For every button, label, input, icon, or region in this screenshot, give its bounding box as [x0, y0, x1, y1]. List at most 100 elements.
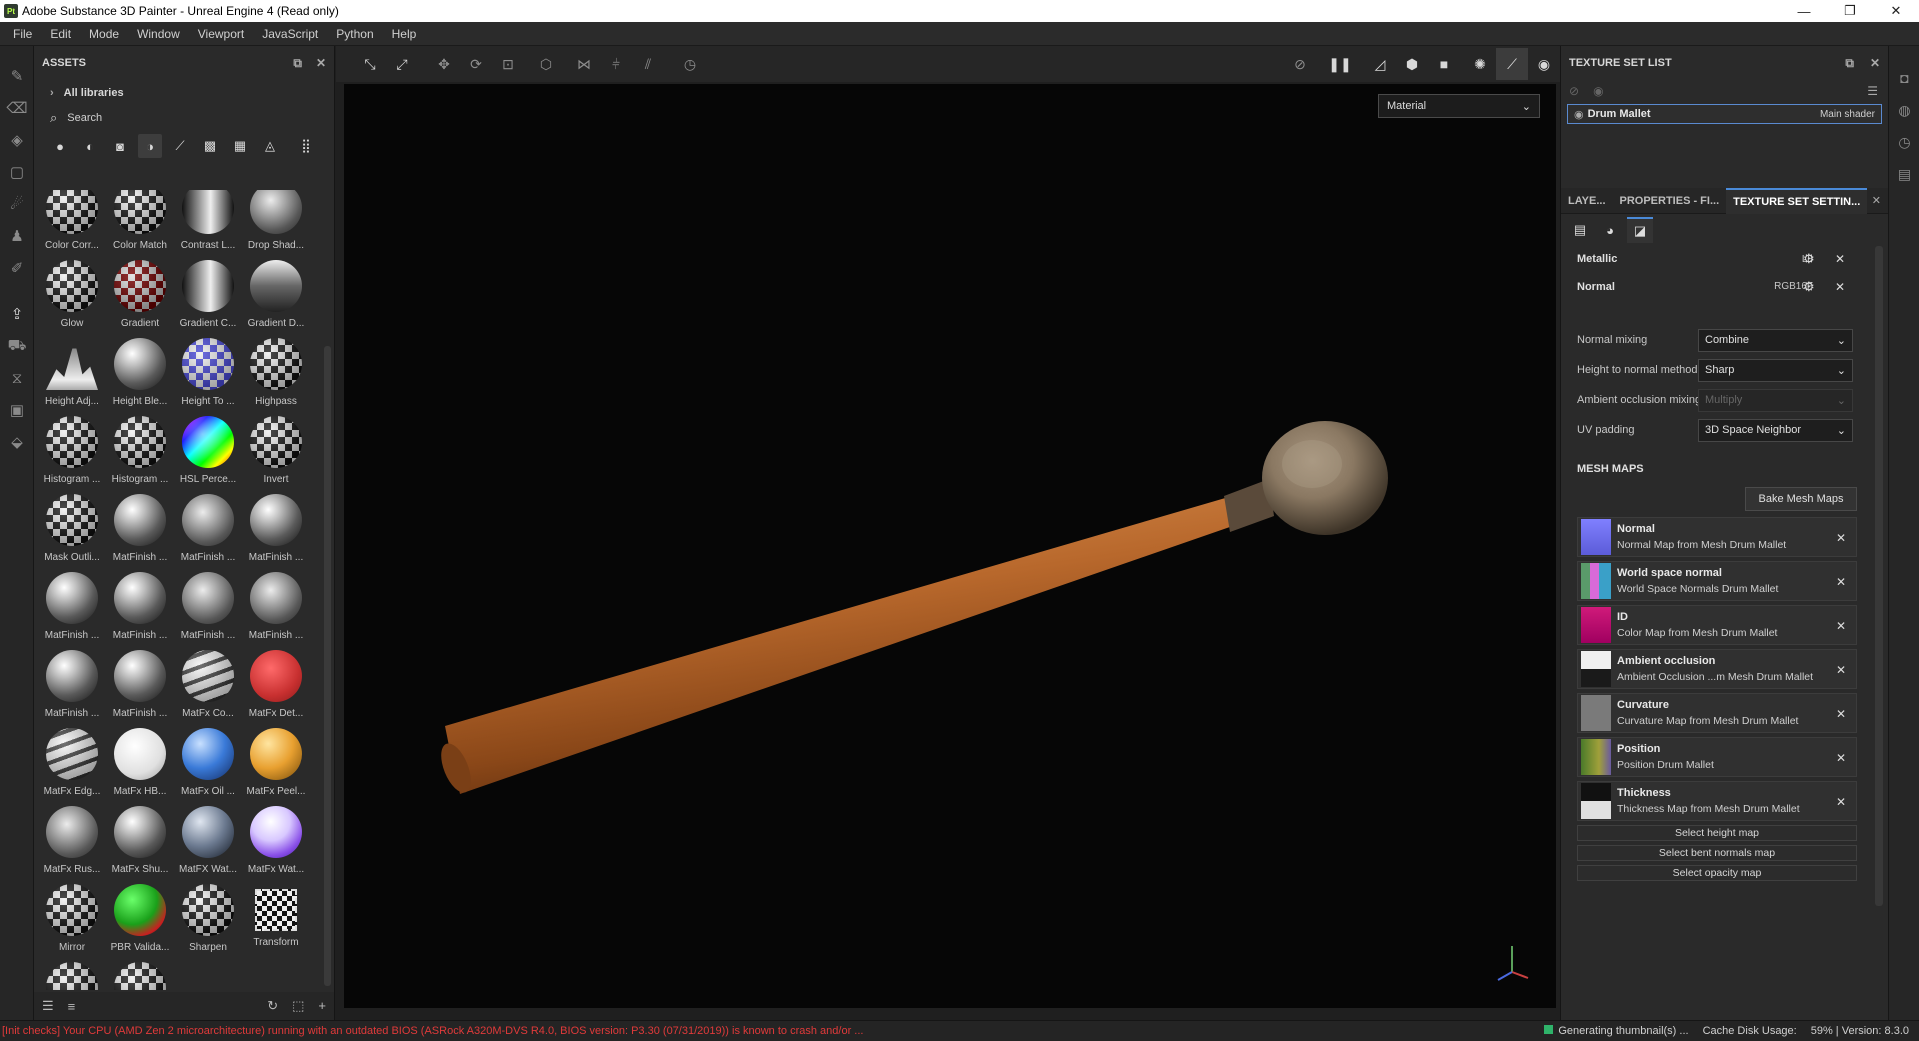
- smart-materials-filter-icon[interactable]: ◐: [78, 134, 102, 158]
- asset-tile[interactable]: Histogram ...: [38, 412, 106, 490]
- geometry-mask-icon[interactable]: ▢: [0, 156, 34, 188]
- asset-tile[interactable]: Gradient C...: [174, 256, 242, 334]
- menu-icon[interactable]: ☰: [1867, 84, 1878, 98]
- log-icon[interactable]: ▤: [1889, 158, 1919, 190]
- tab-layers[interactable]: LAYE...: [1561, 188, 1613, 214]
- channel-format[interactable]: L8: [1733, 254, 1813, 265]
- textures-filter-icon[interactable]: ▦: [228, 134, 252, 158]
- menu-file[interactable]: File: [4, 27, 41, 41]
- viewport-3d[interactable]: Material ⌄: [344, 84, 1556, 1008]
- asset-tile[interactable]: MatFinish ...: [106, 646, 174, 724]
- close-button[interactable]: ✕: [1873, 0, 1919, 22]
- asset-tile[interactable]: MatFinish ...: [38, 568, 106, 646]
- close-panel-icon[interactable]: ✕: [316, 56, 326, 70]
- asset-tile[interactable]: Transform: [242, 880, 310, 958]
- symmetry-icon[interactable]: ⋈: [568, 48, 600, 80]
- close-panel-icon[interactable]: ✕: [1870, 56, 1880, 70]
- asset-tile[interactable]: Highpass: [242, 334, 310, 412]
- mesh-map-slot[interactable]: Position Position Drum Mallet ✕: [1577, 737, 1857, 777]
- transform-uv-icon[interactable]: ⤡: [354, 48, 386, 80]
- bake-icon[interactable]: ⬙: [0, 426, 34, 458]
- shader-icon[interactable]: ◍: [1889, 94, 1919, 126]
- menu-javascript[interactable]: JavaScript: [253, 27, 327, 41]
- asset-tile[interactable]: Gradient: [106, 256, 174, 334]
- asset-tile[interactable]: Glow: [38, 256, 106, 334]
- remove-map-icon[interactable]: ✕: [1836, 751, 1846, 765]
- remove-channel-icon[interactable]: ✕: [1835, 280, 1845, 294]
- asset-tile[interactable]: Color Match: [106, 190, 174, 256]
- texture-set-icon[interactable]: ⛟: [0, 330, 34, 362]
- color-picker-icon[interactable]: ✐: [0, 252, 34, 284]
- assets-search[interactable]: ⌕ Search: [34, 106, 334, 130]
- asset-tile[interactable]: Histogram ...: [106, 412, 174, 490]
- remove-map-icon[interactable]: ✕: [1836, 707, 1846, 721]
- shader-settings-icon[interactable]: ▣: [0, 394, 34, 426]
- eraser-icon[interactable]: ⌫: [0, 92, 34, 124]
- hide-ui-icon[interactable]: ⊘: [1284, 48, 1316, 80]
- asset-tile[interactable]: MatFx Edg...: [38, 724, 106, 802]
- sort-icon[interactable]: ≡: [68, 999, 76, 1014]
- hide-icon[interactable]: ⊘: [1569, 84, 1579, 98]
- align-icon[interactable]: ⫩: [600, 48, 632, 80]
- asset-tile[interactable]: Gradient D...: [242, 256, 310, 334]
- remove-channel-icon[interactable]: ✕: [1835, 252, 1845, 266]
- chevron-right-icon[interactable]: ›: [50, 87, 54, 99]
- asset-tile[interactable]: Sharpen: [174, 880, 242, 958]
- asset-tile[interactable]: MatFx Co...: [174, 646, 242, 724]
- remove-map-icon[interactable]: ✕: [1836, 531, 1846, 545]
- gear-icon[interactable]: ⚙: [1803, 279, 1815, 295]
- asset-tile[interactable]: MatFinish ...: [242, 490, 310, 568]
- mesh-map-slot[interactable]: World space normal World Space Normals Dr…: [1577, 561, 1857, 601]
- menu-edit[interactable]: Edit: [41, 27, 80, 41]
- visibility-eye-icon[interactable]: ◉: [1574, 108, 1584, 121]
- asset-tile[interactable]: MatFx Shu...: [106, 802, 174, 880]
- particles-filter-icon[interactable]: ▩: [198, 134, 222, 158]
- asset-tile[interactable]: MatFx Wat...: [242, 802, 310, 880]
- pause-icon[interactable]: ❚❚: [1324, 48, 1356, 80]
- asset-tile[interactable]: MatFx Peel...: [242, 724, 310, 802]
- mesh-map-slot[interactable]: Ambient occlusion Ambient Occlusion ...m …: [1577, 649, 1857, 689]
- asset-tile[interactable]: Mask Outli...: [38, 490, 106, 568]
- float-panel-icon[interactable]: ⧉: [1845, 56, 1854, 71]
- tab-properties[interactable]: PROPERTIES - FI...: [1613, 188, 1727, 214]
- asset-tile[interactable]: Mirror: [38, 880, 106, 958]
- environments-filter-icon[interactable]: ◬: [258, 134, 282, 158]
- assets-scrollbar[interactable]: [324, 346, 331, 986]
- uv-padding-select[interactable]: 3D Space Neighbor ⌄: [1698, 418, 1853, 442]
- asset-tile[interactable]: Warp: [106, 958, 174, 990]
- asset-tile[interactable]: MatFinish ...: [106, 490, 174, 568]
- minimize-button[interactable]: —: [1781, 0, 1827, 22]
- menu-python[interactable]: Python: [327, 27, 382, 41]
- remove-map-icon[interactable]: ✕: [1836, 663, 1846, 677]
- mesh-map-slot[interactable]: ID Color Map from Mesh Drum Mallet ✕: [1577, 605, 1857, 645]
- smudge-icon[interactable]: ☄: [0, 188, 34, 220]
- normal-mixing-select[interactable]: Combine ⌄: [1698, 328, 1853, 352]
- cube-icon[interactable]: ⬡: [530, 48, 562, 80]
- menu-viewport[interactable]: Viewport: [189, 27, 253, 41]
- refresh-icon[interactable]: ↻: [267, 998, 278, 1014]
- history-icon[interactable]: ◷: [674, 48, 706, 80]
- asset-tile[interactable]: MatFx HB...: [106, 724, 174, 802]
- paint-brush-icon[interactable]: ✎: [0, 60, 34, 92]
- rotate-icon[interactable]: ⟳: [460, 48, 492, 80]
- scale-icon[interactable]: ⊡: [492, 48, 524, 80]
- library-tree-item[interactable]: › All libraries: [34, 80, 334, 106]
- uv-icon[interactable]: ◪: [1627, 217, 1653, 243]
- asset-tile[interactable]: Invert: [242, 412, 310, 490]
- settings-scrollbar[interactable]: [1875, 246, 1883, 906]
- asset-tile[interactable]: Color Corr...: [38, 190, 106, 256]
- asset-tile[interactable]: Tri-Planar ...: [38, 958, 106, 990]
- screenshot-icon[interactable]: ◉: [1528, 48, 1560, 80]
- asset-tile[interactable]: MatFinish ...: [106, 568, 174, 646]
- close-tab-icon[interactable]: ✕: [1872, 194, 1881, 207]
- drum-mallet-model[interactable]: [344, 84, 1556, 1008]
- eye-icon[interactable]: ◉: [1593, 84, 1603, 98]
- asset-tile[interactable]: Height Ble...: [106, 334, 174, 412]
- asset-tile[interactable]: Drop Shad...: [242, 190, 310, 256]
- texture-set-item[interactable]: ◉ Drum Mallet Main shader: [1567, 104, 1882, 124]
- select-opacity-map-button[interactable]: Select opacity map: [1577, 865, 1857, 881]
- asset-tile[interactable]: MatFx Rus...: [38, 802, 106, 880]
- bake-mesh-maps-button[interactable]: Bake Mesh Maps: [1745, 487, 1857, 511]
- filters-filter-icon[interactable]: ◑: [138, 134, 162, 158]
- asset-tile[interactable]: HSL Perce...: [174, 412, 242, 490]
